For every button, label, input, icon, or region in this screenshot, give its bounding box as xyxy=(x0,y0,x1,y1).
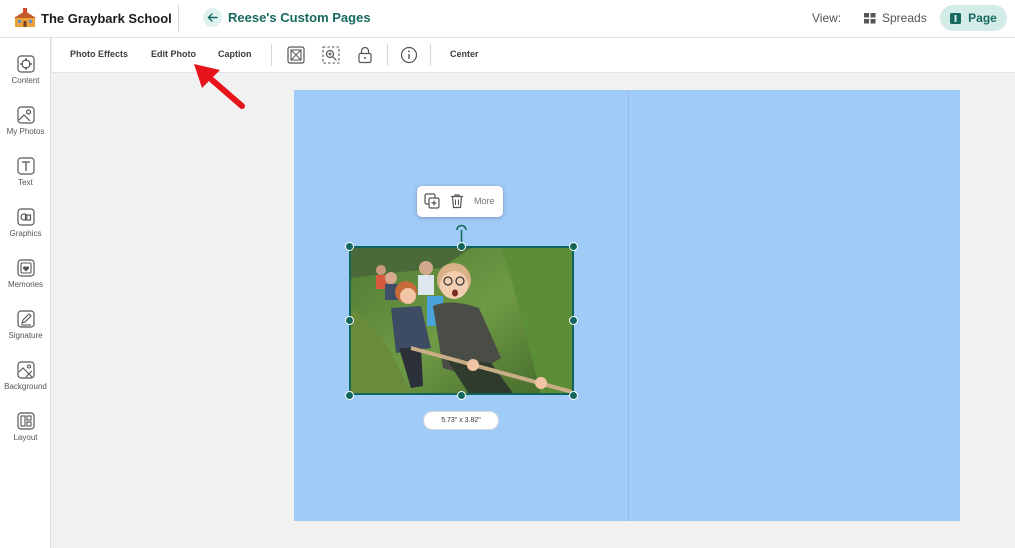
zoom-fit-icon[interactable] xyxy=(321,45,341,65)
photo-icon xyxy=(16,106,35,124)
resize-handle-top[interactable] xyxy=(457,242,466,251)
center-button[interactable]: Center xyxy=(450,49,479,59)
crop-icon[interactable] xyxy=(286,45,306,65)
photo-effects-button[interactable]: Photo Effects xyxy=(70,49,128,59)
info-icon[interactable] xyxy=(399,45,419,65)
resize-handle-top-left[interactable] xyxy=(345,242,354,251)
sidebar-item-layout[interactable]: Layout xyxy=(0,410,51,458)
text-icon xyxy=(16,157,35,175)
toolbar-divider xyxy=(271,44,272,66)
content-icon xyxy=(16,55,35,73)
layout-icon xyxy=(16,412,35,430)
page-label: Page xyxy=(968,11,997,25)
grid-icon xyxy=(864,12,876,23)
sidebar-item-label: Background xyxy=(4,382,47,391)
sidebar-item-graphics[interactable]: Graphics xyxy=(0,206,51,254)
lock-icon[interactable] xyxy=(355,45,375,65)
toolbar-divider xyxy=(430,44,431,66)
rotate-handle-icon[interactable] xyxy=(454,222,469,244)
school-logo-icon xyxy=(14,8,36,27)
sidebar-item-label: Graphics xyxy=(9,229,42,238)
sidebar-item-label: Memories xyxy=(7,280,44,289)
sidebar-item-content[interactable]: Content xyxy=(0,53,51,101)
sidebar-item-signature[interactable]: Signature xyxy=(0,308,51,356)
sidebar-item-label: Text xyxy=(18,178,33,187)
tug-of-war-photo xyxy=(351,248,572,393)
resize-handle-bottom-right[interactable] xyxy=(569,391,578,400)
resize-handle-left[interactable] xyxy=(345,316,354,325)
more-button[interactable]: More xyxy=(474,196,495,206)
annotation-arrow-icon xyxy=(194,64,245,109)
page-view-button[interactable]: Page xyxy=(940,5,1007,31)
resize-handle-bottom[interactable] xyxy=(457,391,466,400)
photo-dimensions-badge: 5.73" x 3.82" xyxy=(423,411,499,430)
memories-icon xyxy=(16,259,35,277)
arrow-left-icon xyxy=(207,13,218,22)
duplicate-icon[interactable] xyxy=(423,192,441,210)
sidebar-item-label: Signature xyxy=(8,331,43,340)
school-name: The Graybark School xyxy=(41,11,172,26)
app-header: The Graybark School Reese's Custom Pages… xyxy=(0,0,1015,38)
view-label: View: xyxy=(812,11,842,25)
sidebar-item-my-photos[interactable]: My Photos xyxy=(0,104,51,152)
selected-photo[interactable] xyxy=(349,246,574,395)
sidebar-item-memories[interactable]: Memories xyxy=(0,257,51,305)
spreads-label: Spreads xyxy=(882,11,927,25)
page-icon xyxy=(950,12,962,24)
sidebar-item-label: My Photos xyxy=(6,127,45,136)
sidebar-item-label: Layout xyxy=(13,433,38,442)
background-icon xyxy=(16,361,35,379)
resize-handle-right[interactable] xyxy=(569,316,578,325)
header-divider xyxy=(178,4,179,32)
page-title: Reese's Custom Pages xyxy=(228,10,371,25)
caption-button[interactable]: Caption xyxy=(218,49,252,59)
spreads-view-button[interactable]: Spreads xyxy=(858,6,928,30)
photo-context-menu: More xyxy=(417,186,503,217)
page-center-guide xyxy=(628,90,629,521)
resize-handle-top-right[interactable] xyxy=(569,242,578,251)
signature-icon xyxy=(16,310,35,328)
trash-icon[interactable] xyxy=(448,192,466,210)
resize-handle-bottom-left[interactable] xyxy=(345,391,354,400)
sidebar-item-label: Content xyxy=(11,76,40,85)
graphics-icon xyxy=(16,208,35,226)
edit-photo-button[interactable]: Edit Photo xyxy=(151,49,196,59)
sidebar-item-text[interactable]: Text xyxy=(0,155,51,203)
sidebar-item-background[interactable]: Background xyxy=(0,359,51,407)
toolbar-divider xyxy=(387,44,388,66)
left-sidebar: Content My Photos Text Graphics Memories xyxy=(0,38,51,548)
back-button[interactable] xyxy=(203,8,222,27)
